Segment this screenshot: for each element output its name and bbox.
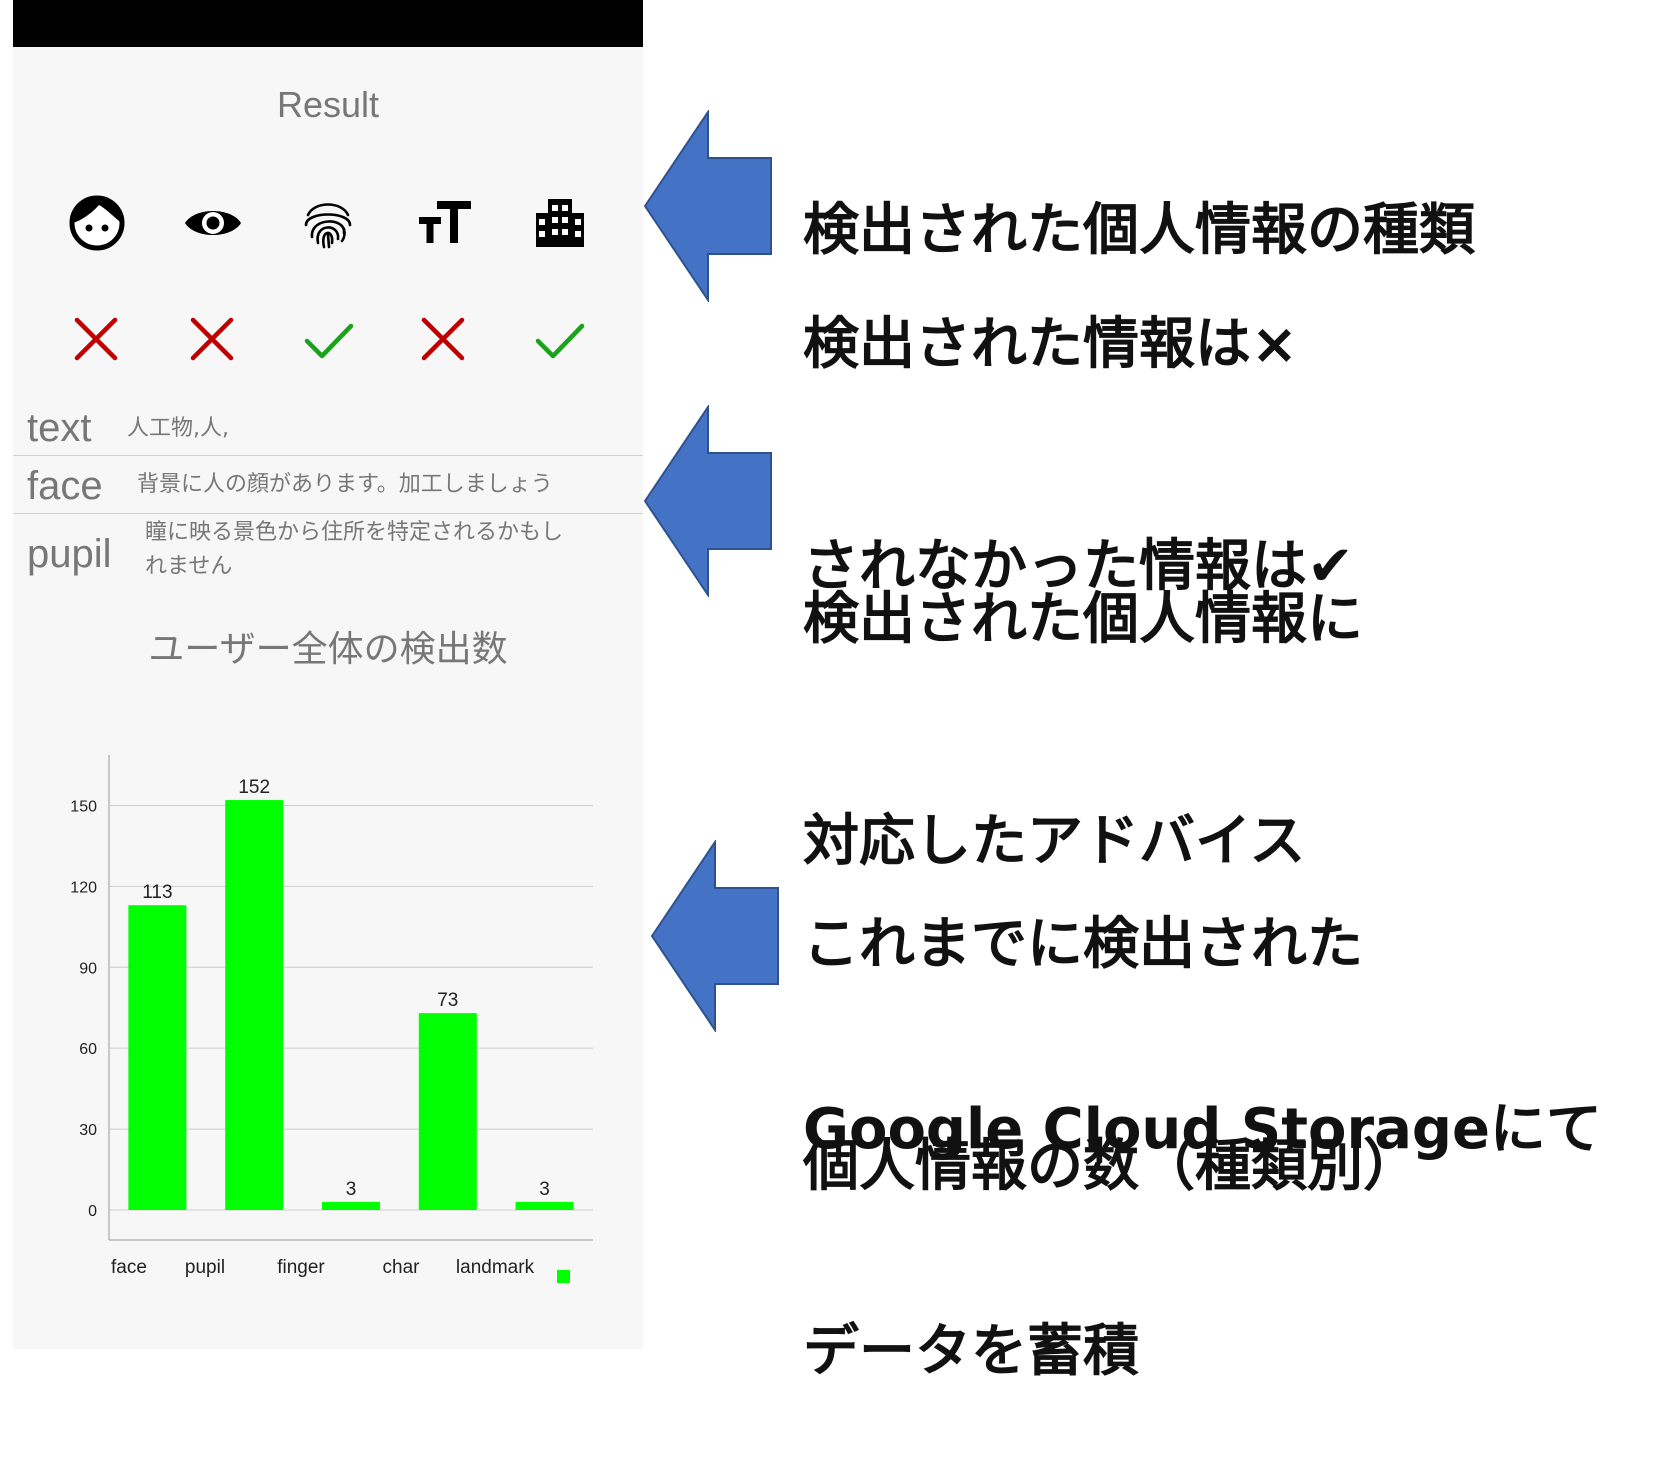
chart-title: ユーザー全体の検出数 [148,629,508,670]
y-tick-label: 0 [88,1203,97,1220]
x-tick-label: finger [277,1257,325,1278]
bar-value-label: 152 [238,777,270,798]
face-icon [67,193,127,253]
annotation-storage: Google Cloud Storageにて データを蓄積 [803,945,1602,1463]
advice-key: pupil [27,532,112,576]
advice-value: 背景に人の顔があります。加工しましょう [137,472,553,497]
arrow-left-icon [643,405,773,597]
detection-count-chart: 0 30 60 90 120 150 113 152 3 73 3 face pupil finger ch… [53,745,613,1305]
annotation-line: Google Cloud Storageにて [803,1097,1602,1162]
advice-item-pupil: pupil 瞳に映る景色から住所を特定されるかもし れません [13,516,643,586]
advice-value: 人工物,人, [127,416,229,441]
x-tick-label: char [383,1257,421,1278]
check-icon [535,314,585,364]
advice-value: 瞳に映る景色から住所を特定されるかもし れません [145,516,563,584]
annotation-line: 検出された個人情報に [803,587,1363,652]
arrow-left-icon [650,840,780,1032]
screen-title: Result [276,84,380,125]
cross-icon [71,314,121,364]
bar-value-label: 113 [142,882,172,903]
fingerprint-icon [298,193,358,253]
y-tick-label: 120 [70,879,97,896]
bar-value-label: 73 [437,990,458,1011]
bar [515,1201,574,1210]
advice-item-face: face 背景に人の顔があります。加工しましょう [13,460,643,510]
advice-key: text [27,406,92,450]
bar [225,800,284,1210]
annotation-line: 検出された情報は× [803,312,1298,377]
y-tick-label: 30 [79,1122,97,1139]
divider [13,513,643,514]
cross-icon [187,314,237,364]
bar [322,1201,380,1210]
annotation-line: データを蓄積 [803,1319,1139,1384]
y-tick-label: 60 [79,1041,97,1058]
bar [128,905,187,1210]
x-tick-label: face [111,1257,147,1278]
detection-status-marks [13,314,643,364]
advice-key: face [27,464,103,508]
y-tick-label: 150 [70,798,97,815]
advice-item-text: text 人工物,人, [13,402,643,452]
phone-screen: Result text 人工物,人, face 背景に人の顔があります。加工しま… [13,0,643,1349]
detection-type-icons [13,193,643,253]
building-icon [530,193,590,253]
y-tick-label: 90 [79,960,97,977]
x-tick-label: landmark [456,1257,535,1278]
x-tick-label: pupil [185,1257,225,1278]
bar-chart: 0 30 60 90 120 150 113 152 3 73 3 face pupil finger ch… [70,755,593,1283]
text-size-icon [415,193,475,253]
divider [13,455,643,456]
legend-swatch [557,1270,570,1283]
bar-value-label: 3 [539,1179,550,1200]
advice-value-line: れません [145,554,233,579]
cross-icon [418,314,468,364]
bar-value-label: 3 [346,1179,357,1200]
advice-value-line: 瞳に映る景色から住所を特定されるかもし [145,520,564,545]
bar [418,1013,477,1210]
eye-icon [183,193,243,253]
check-icon [304,314,354,364]
arrow-left-icon [643,110,773,302]
status-bar [13,0,643,47]
